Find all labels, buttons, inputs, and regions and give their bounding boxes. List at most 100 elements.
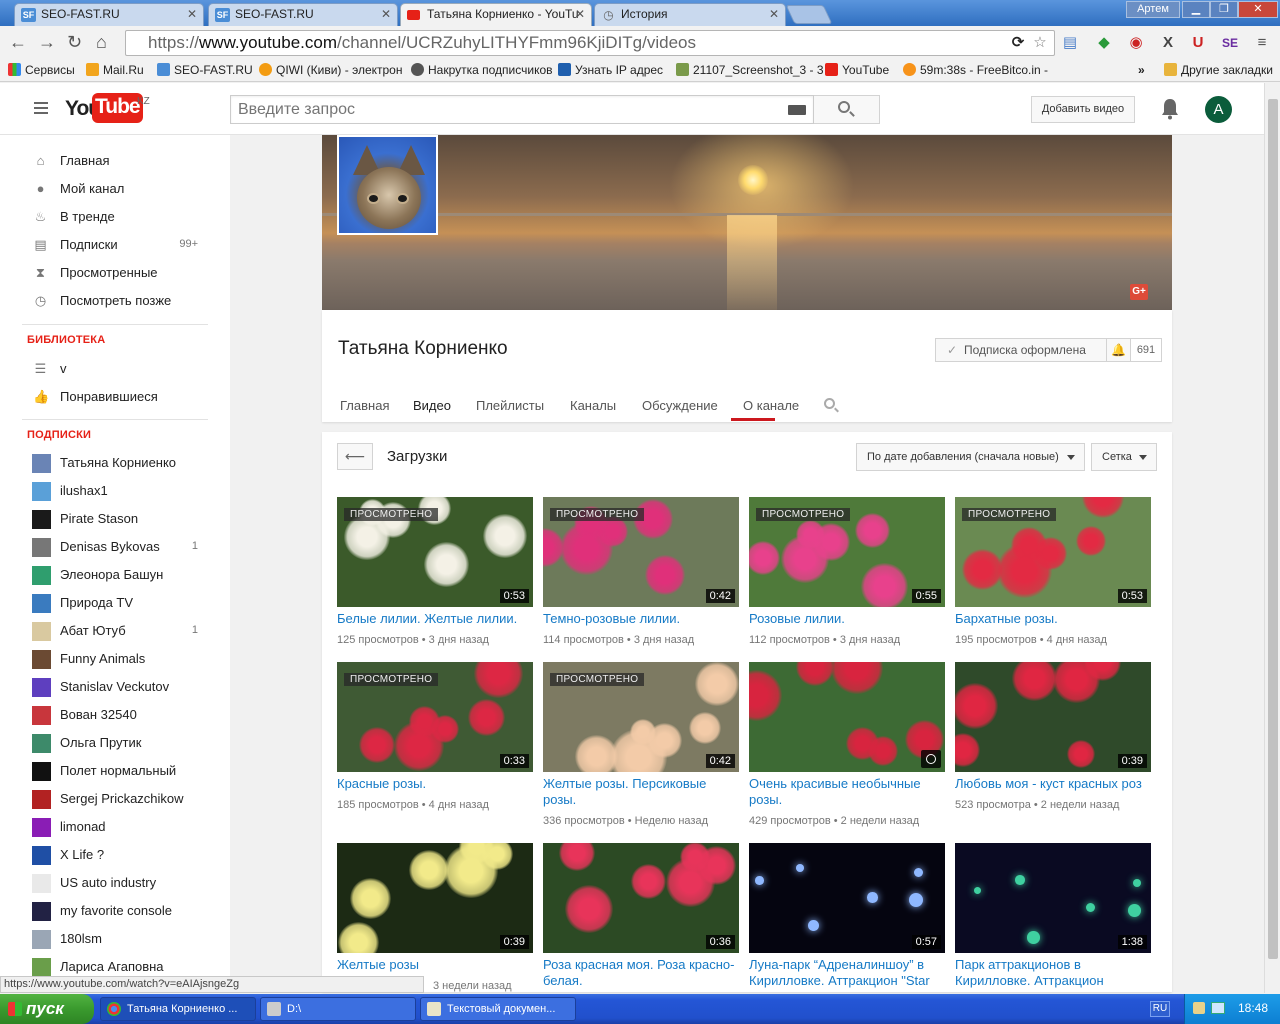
- guide-menu-icon[interactable]: [34, 102, 48, 114]
- minimize-button[interactable]: ▁: [1182, 1, 1210, 18]
- extension-reader-icon[interactable]: ▤: [1060, 33, 1080, 53]
- taskbar-item-chrome[interactable]: Татьяна Корниенко ...: [100, 997, 256, 1021]
- browser-tab-youtube[interactable]: Татьяна Корниенко - YouTu ✕: [400, 3, 592, 26]
- sidebar-subscription[interactable]: Абат Ютуб 1: [0, 617, 230, 645]
- video-title[interactable]: Парк аттракционов в Кирилловке. Аттракци…: [955, 957, 1151, 989]
- tab-discussion[interactable]: Обсуждение: [642, 398, 718, 413]
- browser-tab-seofast-2[interactable]: SF SEO-FAST.RU ✕: [208, 3, 398, 26]
- window-user-badge[interactable]: Артем: [1126, 1, 1180, 18]
- tab-channels[interactable]: Каналы: [570, 398, 616, 413]
- video-card[interactable]: ПРОСМОТРЕНО 0:42 Темно-розовые лилии. 114 п…: [543, 497, 739, 647]
- video-title[interactable]: Темно-розовые лилии.: [543, 611, 739, 627]
- video-card[interactable]: ПРОСМОТРЕНО 0:33 Красные розы. 185 просмотр…: [337, 662, 533, 812]
- video-card[interactable]: ПРОСМОТРЕНО 0:53 Бархатные розы. 195 просмо…: [955, 497, 1151, 647]
- browser-tab-history[interactable]: ◷ История ✕: [594, 3, 786, 26]
- video-card[interactable]: Очень красивые необычные розы. 429 просмо…: [749, 662, 945, 827]
- bookmark-qiwi[interactable]: QIWI (Киви) - электрон: [259, 63, 402, 77]
- sidebar-subscription[interactable]: Denisas Bykovas 1: [0, 533, 230, 561]
- sidebar-item-account[interactable]: ● Мой канал: [0, 175, 230, 203]
- video-title[interactable]: Желтые розы: [337, 957, 533, 973]
- bookmarks-overflow-icon[interactable]: »: [1138, 63, 1145, 77]
- video-card[interactable]: 0:39 Любовь моя - куст красных роз 523 про…: [955, 662, 1151, 812]
- sidebar-subscription[interactable]: Вован 32540: [0, 701, 230, 729]
- watch-later-icon[interactable]: [921, 750, 941, 768]
- extension-u-icon[interactable]: U: [1188, 33, 1208, 53]
- sidebar-subscription[interactable]: my favorite console: [0, 897, 230, 925]
- sync-icon[interactable]: ⟳: [1008, 33, 1028, 53]
- sidebar-library-item[interactable]: ☰ v: [0, 355, 230, 383]
- sidebar-subscription[interactable]: Ольга Прутик: [0, 729, 230, 757]
- video-thumbnail[interactable]: [749, 662, 945, 772]
- bookmark-seofast[interactable]: SEO-FAST.RU: [157, 63, 253, 77]
- tab-about[interactable]: О канале: [743, 398, 799, 413]
- video-title[interactable]: Белые лилии. Желтые лилии.: [337, 611, 533, 627]
- menu-icon[interactable]: ≡: [1252, 33, 1272, 53]
- video-title[interactable]: Красные розы.: [337, 776, 533, 792]
- upload-button[interactable]: Добавить видео: [1031, 96, 1135, 123]
- video-title[interactable]: Желтые розы. Персиковые розы.: [543, 776, 739, 808]
- subscribed-button[interactable]: Подписка оформлена: [935, 338, 1107, 362]
- sidebar-subscription[interactable]: X Life ?: [0, 841, 230, 869]
- tab-videos[interactable]: Видео: [413, 398, 451, 413]
- search-input[interactable]: [230, 95, 814, 124]
- video-thumbnail[interactable]: 0:36: [543, 843, 739, 953]
- sidebar-subscription[interactable]: Pirate Stason: [0, 505, 230, 533]
- video-card[interactable]: 1:38 Парк аттракционов в Кирилловке. Аттр…: [955, 843, 1151, 992]
- channel-avatar[interactable]: [337, 135, 438, 235]
- taskbar-item-drive[interactable]: D:\: [260, 997, 416, 1021]
- sidebar-subscription[interactable]: Funny Animals: [0, 645, 230, 673]
- back-icon[interactable]: ←: [9, 32, 27, 53]
- start-button[interactable]: пуск: [0, 994, 94, 1024]
- home-icon[interactable]: ⌂: [96, 32, 107, 53]
- tray-calendar-icon[interactable]: [1211, 1002, 1225, 1014]
- search-button[interactable]: [814, 95, 880, 124]
- sidebar-subscription[interactable]: Полет нормальный: [0, 757, 230, 785]
- language-indicator[interactable]: RU: [1150, 1001, 1170, 1017]
- window-close-button[interactable]: ✕: [1238, 1, 1278, 18]
- sidebar-subscription[interactable]: limonad: [0, 813, 230, 841]
- address-bar[interactable]: https://www.youtube.com/channel/UCRZuhyL…: [125, 30, 1055, 56]
- new-tab-button[interactable]: [785, 5, 833, 24]
- tray-pen-icon[interactable]: [1193, 1002, 1205, 1014]
- account-avatar[interactable]: A: [1205, 96, 1232, 123]
- sidebar-item-flame[interactable]: ♨ В тренде: [0, 203, 230, 231]
- extension-circle-icon[interactable]: ◉: [1126, 33, 1146, 53]
- bookmark-freebitco[interactable]: 59m:38s - FreeBitco.in -: [903, 63, 1048, 77]
- video-card[interactable]: 0:36 Роза красная моя. Роза красно-белая.: [543, 843, 739, 992]
- view-dropdown[interactable]: Сетка: [1091, 443, 1157, 471]
- video-thumbnail[interactable]: 0:39: [955, 662, 1151, 772]
- sidebar-subscription[interactable]: 180lsm: [0, 925, 230, 953]
- sidebar-item-subscriptions[interactable]: ▤ Подписки 99+: [0, 231, 230, 259]
- video-title[interactable]: Очень красивые необычные розы.: [749, 776, 945, 808]
- google-plus-icon[interactable]: G+: [1130, 284, 1148, 300]
- video-title[interactable]: Роза красная моя. Роза красно-белая.: [543, 957, 739, 989]
- sidebar-item-clock[interactable]: ◷ Посмотреть позже: [0, 287, 230, 315]
- video-thumbnail[interactable]: ПРОСМОТРЕНО 0:42: [543, 497, 739, 607]
- youtube-logo-tube[interactable]: Tube: [92, 93, 143, 123]
- bookmark-nakrutka[interactable]: Накрутка подписчиков: [411, 63, 553, 77]
- sidebar-subscription[interactable]: US auto industry: [0, 869, 230, 897]
- tab-home[interactable]: Главная: [340, 398, 389, 413]
- back-arrow-button[interactable]: ⟵: [337, 443, 373, 470]
- bookmark-other[interactable]: Другие закладки: [1164, 63, 1273, 77]
- sidebar-item-hourglass[interactable]: ⧗ Просмотренные: [0, 259, 230, 287]
- close-icon[interactable]: ✕: [575, 7, 585, 21]
- video-card[interactable]: ПРОСМОТРЕНО 0:53 Белые лилии. Желтые лилии…: [337, 497, 533, 647]
- video-title[interactable]: Луна-парк “Адреналиншоу” в Кирилловке. А…: [749, 957, 945, 989]
- extension-x-icon[interactable]: X: [1158, 33, 1178, 53]
- video-thumbnail[interactable]: ПРОСМОТРЕНО 0:33: [337, 662, 533, 772]
- video-thumbnail[interactable]: 1:38: [955, 843, 1151, 953]
- keyboard-icon[interactable]: [788, 105, 806, 115]
- video-title[interactable]: Розовые лилии.: [749, 611, 945, 627]
- extension-se-icon[interactable]: SE: [1220, 33, 1240, 53]
- sidebar-subscription[interactable]: ilushax1: [0, 477, 230, 505]
- sidebar-subscription[interactable]: Природа TV: [0, 589, 230, 617]
- sidebar-subscription[interactable]: Stanislav Veckutov: [0, 673, 230, 701]
- bookmark-screenshot[interactable]: 21107_Screenshot_3 - 3: [676, 63, 824, 77]
- bookmark-services[interactable]: Сервисы: [8, 63, 75, 77]
- bookmark-star-icon[interactable]: ☆: [1030, 33, 1050, 53]
- close-icon[interactable]: ✕: [769, 7, 779, 21]
- taskbar-item-notepad[interactable]: Текстовый докумен...: [420, 997, 576, 1021]
- close-icon[interactable]: ✕: [187, 7, 197, 21]
- bookmark-ip[interactable]: Узнать IP адрес: [558, 63, 663, 77]
